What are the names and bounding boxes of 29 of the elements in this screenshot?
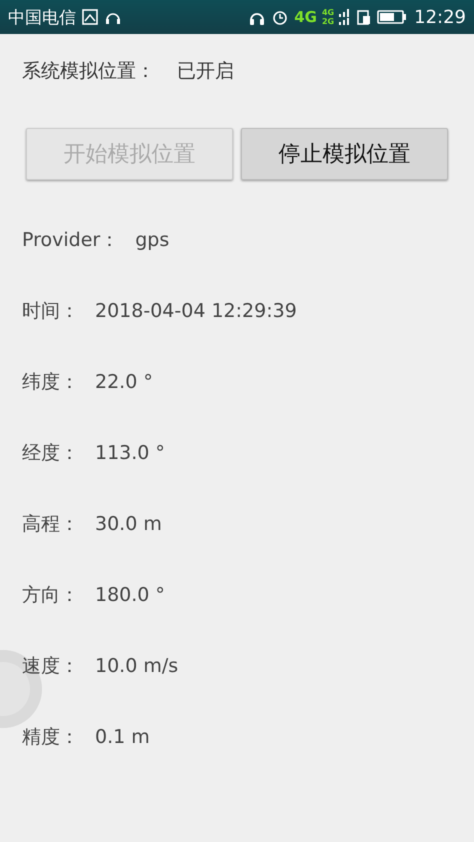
clock-time: 12:29	[414, 6, 466, 28]
carrier-name: 中国电信	[8, 6, 76, 28]
field-label: 时间：	[22, 298, 79, 324]
field-label: Provider：	[22, 228, 120, 252]
image-icon	[81, 8, 99, 26]
field-label: 速度：	[22, 654, 79, 678]
signal-icon	[339, 8, 352, 26]
field-value: 113.0 °	[95, 442, 165, 464]
field-label: 高程：	[22, 512, 79, 536]
sim-card-icon	[356, 8, 372, 26]
field-label: 纬度：	[22, 370, 79, 394]
field-label: 精度：	[22, 724, 79, 750]
field-value: 30.0 m	[95, 512, 162, 534]
field-value: 10.0 m/s	[95, 654, 178, 676]
mock-location-button[interactable]: 停止模拟位置	[241, 128, 448, 180]
field-value: gps	[135, 228, 170, 250]
field-label: 方向：	[22, 582, 79, 608]
field-label: 经度：	[22, 440, 79, 466]
network-type: 4G	[294, 8, 317, 26]
field-value: 180.0 °	[95, 584, 165, 606]
field-value: 0.1 m	[95, 726, 150, 748]
mock-location-status: 已开启	[177, 59, 234, 84]
sim-network-type: 4G	[322, 8, 334, 17]
mock-location-label: 系统模拟位置：	[22, 59, 155, 84]
field-value: 2018-04-04 12:29:39	[95, 300, 297, 322]
battery-icon	[377, 8, 408, 26]
field-value: 22.0 °	[95, 370, 153, 392]
sim-network-type: 2G	[322, 17, 334, 26]
alarm-clock-icon	[271, 8, 290, 26]
